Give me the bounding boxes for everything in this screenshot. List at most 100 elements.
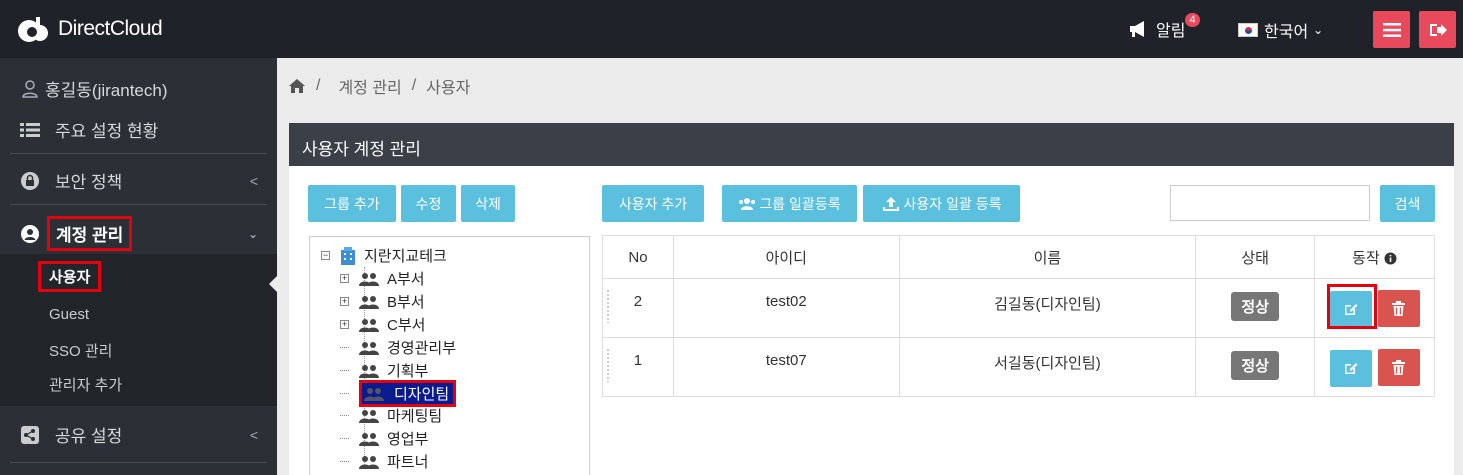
submenu-item-users[interactable]: 사용자 xyxy=(38,261,102,292)
notifications[interactable]: 알림 4 xyxy=(1128,13,1200,41)
list-icon xyxy=(19,119,41,141)
sidebar-item-accounts[interactable]: 계정 관리 ⌄ xyxy=(0,216,277,251)
tree-node-design-selected[interactable]: 디자인팀 xyxy=(340,380,457,407)
sidebar-item-share[interactable]: 공유 설정 < xyxy=(0,422,277,447)
status-badge: 정상 xyxy=(1231,351,1279,380)
group-edit-button[interactable]: 수정 xyxy=(401,185,456,222)
user-bulk-register-button[interactable]: 사용자 일괄 등록 xyxy=(863,185,1020,222)
cell-id: test07 xyxy=(672,337,900,397)
column-header-name[interactable]: 이름 xyxy=(898,235,1197,279)
column-header-action: 동작 xyxy=(1314,235,1435,279)
delete-user-button[interactable] xyxy=(1377,349,1420,386)
delete-user-button[interactable] xyxy=(1377,290,1420,327)
chevron-down-icon: ⌄ xyxy=(1313,23,1324,37)
submenu-item-guest[interactable]: Guest xyxy=(49,306,89,323)
tree-node-label: 지란지교테크 xyxy=(364,248,447,265)
expand-icon[interactable]: + xyxy=(340,297,349,306)
column-header-action-label: 동작 xyxy=(1352,249,1380,267)
notifications-label: 알림 xyxy=(1156,23,1186,40)
tree-node-label: 기획부 xyxy=(387,363,429,380)
drag-handle-icon[interactable] xyxy=(606,289,610,323)
tree-node-sales[interactable]: 영업부 xyxy=(340,428,428,449)
group-delete-button[interactable]: 삭제 xyxy=(461,185,515,222)
upload-icon xyxy=(882,196,899,211)
breadcrumb: / 계정 관리 / 사용자 xyxy=(288,74,480,98)
edit-icon xyxy=(1344,304,1358,315)
tree-node-planning[interactable]: 기획부 xyxy=(340,360,428,381)
active-caret xyxy=(269,276,277,292)
chevron-left-icon: < xyxy=(249,172,258,189)
submenu-item-admin-add[interactable]: 관리자 추가 xyxy=(49,374,122,395)
sidebar-divider xyxy=(10,204,267,205)
expand-icon[interactable]: + xyxy=(340,274,349,283)
group-tree: − 지란지교테크 + A부서 + B부서 + C부서 경영관리부 기획부 디자인… xyxy=(309,236,590,475)
breadcrumb-item[interactable]: 계정 관리 xyxy=(338,74,401,98)
status-badge: 정상 xyxy=(1231,292,1279,321)
group-icon xyxy=(359,318,379,332)
sidebar-submenu: 사용자 Guest SSO 관리 관리자 추가 xyxy=(0,254,277,406)
table-row[interactable]: 2 test02 김길동(디자인팀) 정상 xyxy=(602,278,1435,338)
column-header-id[interactable]: 아이디 xyxy=(672,235,900,279)
tree-node-label: 영업부 xyxy=(387,431,429,448)
submenu-item-sso[interactable]: SSO 관리 xyxy=(49,340,112,361)
notification-count-badge: 4 xyxy=(1185,13,1200,27)
megaphone-icon xyxy=(1130,21,1144,37)
cell-status: 정상 xyxy=(1195,337,1316,397)
logo[interactable]: DirectCloud xyxy=(16,13,163,45)
edit-icon xyxy=(1344,363,1358,374)
expand-icon[interactable]: + xyxy=(340,320,349,329)
group-icon xyxy=(359,409,379,423)
korea-flag-icon xyxy=(1238,23,1258,37)
logout-button[interactable] xyxy=(1419,11,1456,48)
search-input[interactable] xyxy=(1170,185,1370,221)
group-bulk-register-label: 그룹 일괄등록 xyxy=(759,195,841,212)
tree-root[interactable]: − 지란지교테크 xyxy=(321,245,447,266)
tree-node-label: 디자인팀 xyxy=(392,383,452,404)
column-header-no[interactable]: No xyxy=(602,235,674,279)
tree-node-b[interactable]: + B부서 xyxy=(340,291,425,312)
tree-node-c[interactable]: + C부서 xyxy=(340,314,425,335)
home-icon[interactable] xyxy=(288,78,306,94)
drag-handle-icon[interactable] xyxy=(606,348,610,382)
trash-icon xyxy=(1392,301,1406,316)
sidebar-item-label: 보안 정책 xyxy=(55,173,123,192)
group-bulk-register-button[interactable]: 그룹 일괄등록 xyxy=(722,185,857,222)
collapse-icon[interactable]: − xyxy=(321,251,330,260)
chevron-left-icon: < xyxy=(249,426,258,443)
chevron-down-icon: ⌄ xyxy=(247,226,258,241)
tree-node-partner[interactable]: 파트너 xyxy=(340,451,428,472)
tree-node-label: A부서 xyxy=(387,271,425,288)
sidebar-item-security[interactable]: 보안 정책 < xyxy=(0,168,277,193)
group-icon xyxy=(359,364,379,378)
sidebar: 홍길동(jirantech) 주요 설정 현황 보안 정책 < 계정 관리 ⌄ … xyxy=(0,58,277,475)
sidebar-divider xyxy=(10,462,267,463)
hamburger-icon xyxy=(1382,22,1401,37)
language-label: 한국어 xyxy=(1264,24,1309,41)
cell-name: 김길동(디자인팀) xyxy=(898,278,1197,338)
group-add-button[interactable]: 그룹 추가 xyxy=(308,185,396,222)
menu-button[interactable] xyxy=(1373,11,1410,48)
tree-node-a[interactable]: + A부서 xyxy=(340,268,425,289)
edit-user-button[interactable] xyxy=(1329,349,1372,387)
tree-node-label: 마케팅팀 xyxy=(387,408,443,425)
sidebar-user[interactable]: 홍길동(jirantech) xyxy=(0,76,277,101)
tree-node-management[interactable]: 경영관리부 xyxy=(340,337,456,358)
group-icon xyxy=(364,387,384,401)
table-row[interactable]: 1 test07 서길동(디자인팀) 정상 xyxy=(602,337,1435,397)
cell-id: test02 xyxy=(672,278,900,338)
user-table: No 아이디 이름 상태 동작 2 test02 김길동(디자인팀) 정상 1 … xyxy=(602,235,1435,397)
tree-node-marketing[interactable]: 마케팅팀 xyxy=(340,405,442,426)
cell-no: 2 xyxy=(602,278,674,338)
tree-node-label: 경영관리부 xyxy=(387,340,457,357)
user-outline-icon xyxy=(19,78,41,100)
edit-user-button[interactable] xyxy=(1329,290,1372,328)
info-icon[interactable] xyxy=(1384,252,1397,265)
top-bar: DirectCloud 알림 4 한국어 ⌄ xyxy=(0,0,1463,58)
user-add-button[interactable]: 사용자 추가 xyxy=(602,185,704,222)
search-button[interactable]: 검색 xyxy=(1380,185,1435,222)
tree-node-label: C부서 xyxy=(387,317,426,334)
column-header-status[interactable]: 상태 xyxy=(1195,235,1316,279)
sidebar-item-overview[interactable]: 주요 설정 현황 xyxy=(0,117,277,142)
users-icon xyxy=(739,197,756,210)
language-selector[interactable]: 한국어 ⌄ xyxy=(1238,18,1323,42)
